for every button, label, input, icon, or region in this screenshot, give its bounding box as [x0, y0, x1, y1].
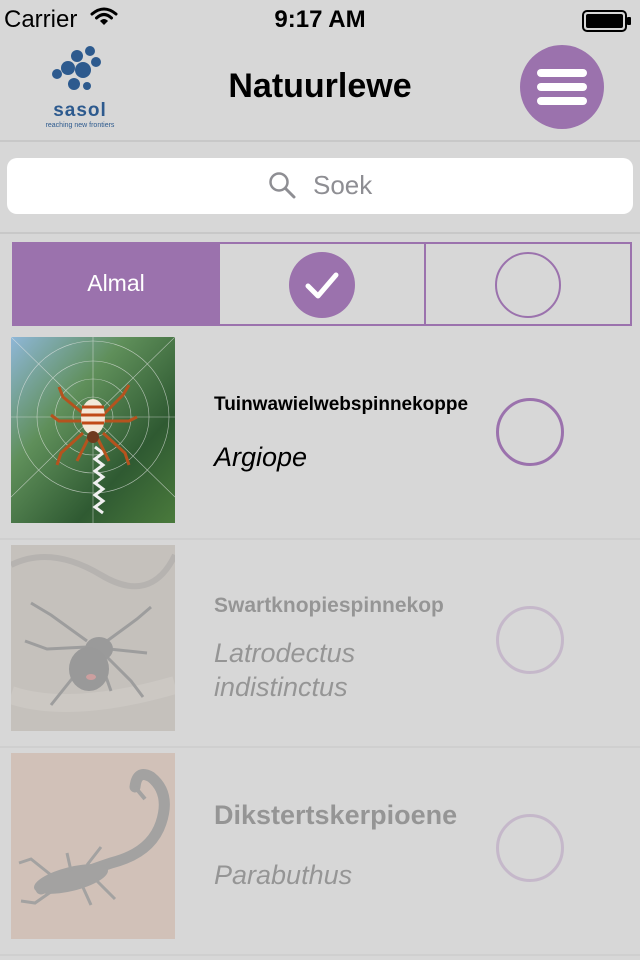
species-common-name: Swartknopiespinnekop [214, 594, 444, 617]
species-scientific-name: Argiope [214, 442, 308, 472]
filter-segmented-control: Almal [12, 242, 632, 326]
segment-all-label: Almal [87, 270, 145, 296]
species-row[interactable]: Swartknopiespinnekop Latrodectus indisti… [0, 540, 640, 748]
seen-toggle[interactable] [496, 606, 564, 674]
segment-unchecked[interactable] [424, 244, 630, 324]
menu-icon [537, 69, 587, 77]
spider-photo [11, 337, 175, 523]
search-icon [268, 170, 313, 200]
seen-toggle[interactable] [496, 398, 564, 466]
species-scientific-name: Parabuthus [214, 860, 353, 890]
battery-icon [582, 10, 632, 37]
segment-all[interactable]: Almal [14, 244, 218, 324]
clock: 9:17 AM [274, 6, 366, 33]
species-scientific-name: Latrodectus indistinctus [214, 638, 356, 702]
search-placeholder: Soek [312, 170, 373, 200]
species-common-name: Dikstertskerpioene [214, 800, 458, 830]
status-bar: Carrier 9:17 AM [0, 0, 640, 40]
menu-button[interactable] [520, 45, 604, 129]
species-row[interactable]: Tuinwawielwebspinnekoppe Argiope [0, 332, 640, 540]
empty-circle-icon [495, 252, 561, 318]
segment-checked[interactable] [218, 244, 424, 324]
navigation-bar: sasol reaching new frontiers Natuurlewe [0, 40, 640, 142]
species-common-name: Tuinwawielwebspinnekoppe [214, 394, 469, 415]
search-area: Soek [0, 142, 640, 234]
checkmark-icon [289, 252, 355, 318]
species-row[interactable]: Dikstertskerpioene Parabuthus [0, 748, 640, 956]
search-input[interactable]: Soek [7, 158, 633, 214]
logo-tagline: reaching new frontiers [45, 122, 115, 129]
species-list: Tuinwawielwebspinnekoppe Argiope Swartkn… [0, 332, 640, 956]
spider-photo [11, 545, 175, 731]
scorpion-photo [11, 753, 175, 939]
seen-toggle[interactable] [496, 814, 564, 882]
